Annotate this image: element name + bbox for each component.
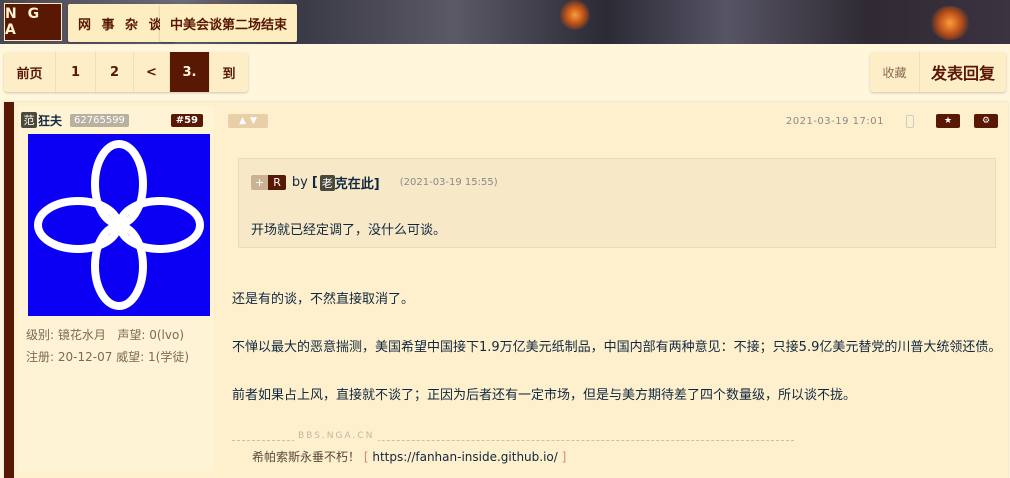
floor-number[interactable]: #59 (170, 113, 203, 127)
prestige-value: 1(学徒) (148, 350, 190, 364)
breadcrumb-topic[interactable]: 中美会谈第二场结束 (160, 4, 298, 42)
quatrefoil-avatar-image (34, 140, 204, 310)
author-uid[interactable]: 62765599 (70, 113, 129, 127)
author-badge: 范 (21, 112, 37, 128)
quote-time: (2021-03-19 15:55) (399, 177, 498, 188)
quote-author-badge: 老 (319, 174, 335, 191)
signature: 希帕索斯永垂不朽！ [ https://fanhan-inside.github… (252, 448, 566, 465)
post-paragraph: 不惮以最大的恶意揣测，美国希望中国接下1.9万亿美元纸制品，中国内部有两种意见：… (232, 340, 1002, 355)
thumbs-up-icon[interactable]: ▲ (239, 116, 246, 126)
quote-open-bracket: [ (311, 175, 318, 190)
quote-author-link[interactable]: 克在此] (335, 173, 380, 192)
register-label: 注册: (26, 350, 55, 364)
page-1-button[interactable]: 1 (56, 52, 96, 92)
quote-header: + R by [ 老 克在此] (2021-03-19 15:55) (251, 173, 498, 192)
reputation-label: 声望: (117, 328, 146, 342)
level-label: 级别: (26, 328, 55, 342)
signature-bracket-close: ] (561, 450, 567, 464)
topic-actions: 收藏 发表回复 (870, 52, 1006, 92)
avatar[interactable] (28, 134, 210, 316)
prestige-label: 威望: (116, 350, 145, 364)
signature-bracket-open: [ (363, 450, 369, 464)
page-2-button[interactable]: 2 (96, 52, 134, 92)
site-watermark: BBS.NGA.CN (294, 431, 379, 441)
quote-text: 开场就已经定调了，没什么可谈。 (251, 223, 447, 238)
post-59: 范 狂夫 62765599 #59 级别: 镜花水月 声望: 0(lvo) 注册… (4, 102, 1008, 478)
level-value: 镜花水月 (57, 328, 106, 342)
signature-text: 希帕索斯永垂不朽！ (252, 450, 361, 464)
quote-block: + R by [ 老 克在此] (2021-03-19 15:55) 开场就已经… (238, 158, 996, 248)
author-header: 范 狂夫 62765599 #59 (21, 112, 211, 128)
reply-button[interactable]: 发表回复 (920, 52, 1006, 92)
signature-link[interactable]: https://fanhan-inside.github.io/ (372, 450, 557, 464)
quote-expand-button[interactable]: + (251, 175, 269, 190)
author-name[interactable]: 狂夫 (38, 112, 62, 129)
page-prev-button[interactable]: < (134, 52, 170, 92)
reputation-value: 0(lvo) (149, 328, 184, 342)
thumbs-down-icon[interactable]: ▼ (250, 116, 257, 126)
register-value: 20-12-07 (57, 350, 113, 364)
author-stats: 级别: 镜花水月 声望: 0(lvo) 注册: 20-12-07 威望: 1(学… (26, 324, 189, 368)
page-first-button[interactable]: 前页 (4, 52, 56, 92)
vote-buttons[interactable]: ▲ ▼ (228, 114, 268, 128)
author-panel: 范 狂夫 62765599 #59 级别: 镜花水月 声望: 0(lvo) 注册… (18, 106, 214, 472)
post-paragraph: 还是有的谈，不然直接取消了。 (232, 292, 415, 307)
pagination: 前页 1 2 < 3. 到 (4, 52, 248, 92)
breadcrumb-forum[interactable]: 网 事 杂 谈 (68, 4, 175, 42)
favorite-button[interactable]: 收藏 (870, 52, 920, 92)
page-current-button[interactable]: 3. (170, 52, 210, 92)
page-goto-button[interactable]: 到 (210, 52, 248, 92)
mobile-device-icon (906, 115, 914, 128)
star-icon[interactable]: ★ (936, 114, 960, 128)
nga-logo[interactable]: N G A (4, 3, 62, 41)
post-paragraph: 前者如果占上风，直接就不谈了；正因为后者还有一定市场，但是与美方期待差了四个数量… (232, 388, 857, 403)
quote-reply-button[interactable]: R (268, 175, 286, 190)
post-body: ▲ ▼ 2021-03-19 17:01 ★ ⚙ + R by [ 老 克在此]… (224, 102, 1004, 472)
post-time: 2021-03-19 17:01 (785, 116, 884, 127)
quote-by-label: by (291, 175, 308, 190)
gear-icon[interactable]: ⚙ (974, 114, 998, 128)
